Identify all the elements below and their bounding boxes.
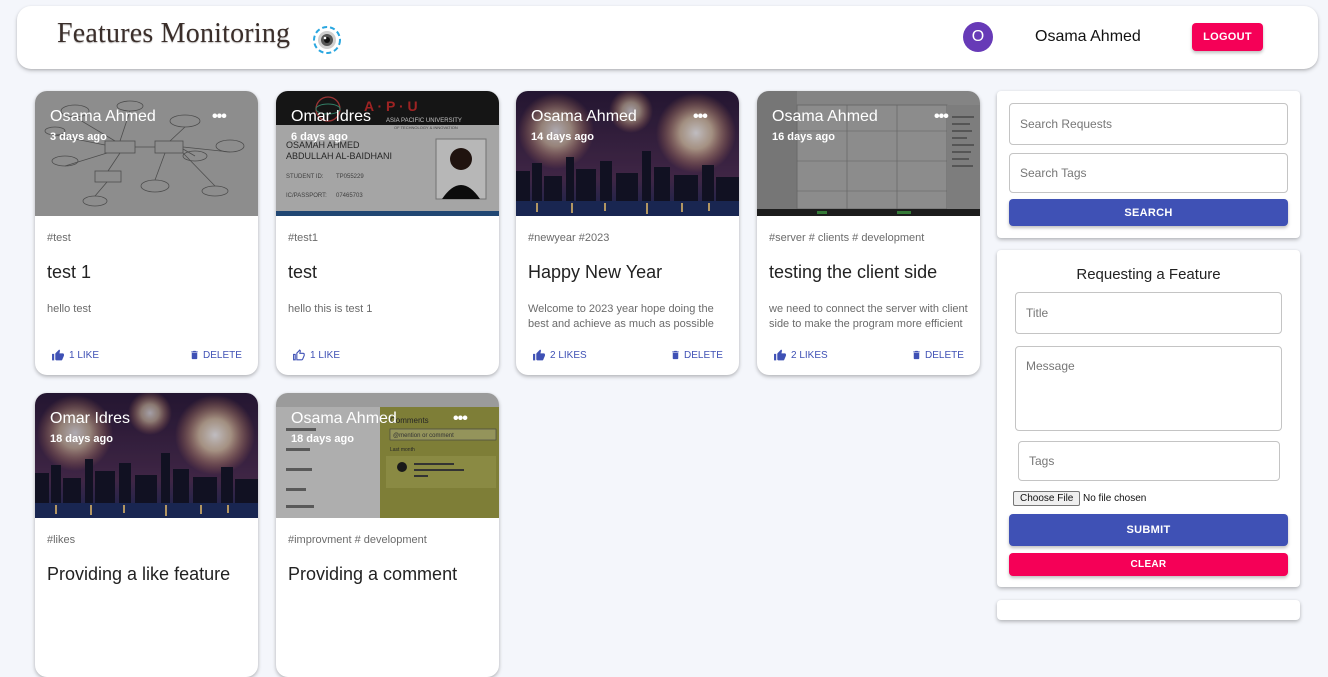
like-button[interactable]: 2 LIKES <box>532 349 587 362</box>
post-message: hello this is test 1 <box>288 303 373 315</box>
post-title: Happy New Year <box>528 262 663 282</box>
like-count: 2 LIKES <box>550 350 587 361</box>
eye-logo-icon <box>313 26 341 54</box>
search-button[interactable]: SEARCH <box>1009 199 1288 226</box>
delete-label: DELETE <box>925 349 964 361</box>
submit-button[interactable]: SUBMIT <box>1009 514 1288 546</box>
post-title: test <box>288 262 318 282</box>
post-tags: #likes <box>47 534 76 546</box>
delete-label: DELETE <box>684 349 723 361</box>
additional-panel <box>997 600 1300 620</box>
feature-request-form: Requesting a Feature Choose File No file… <box>997 250 1300 587</box>
avatar[interactable]: O <box>963 22 993 52</box>
post-message: Welcome to 2023 year hope doing the best… <box>528 303 714 330</box>
like-button[interactable]: 2 LIKES <box>773 349 828 362</box>
post-tags: #improvment # development <box>288 534 427 546</box>
title-input[interactable] <box>1015 292 1282 334</box>
like-button[interactable]: 1 LIKE <box>51 349 99 362</box>
file-status: No file chosen <box>1083 493 1147 504</box>
thumb-up-icon <box>52 349 64 361</box>
message-textarea[interactable] <box>1015 346 1282 431</box>
search-requests-input[interactable] <box>1009 103 1288 145</box>
post-card: Osama Ahmed 16 days ago ••• #server # cl… <box>757 91 980 375</box>
app-title: Features Monitoring <box>57 18 291 49</box>
post-tags: #test1 <box>288 232 318 244</box>
search-tags-input[interactable] <box>1009 153 1288 193</box>
delete-button[interactable]: DELETE <box>670 349 723 361</box>
post-card: Comments @mention or comment Last month … <box>276 393 499 677</box>
trash-icon <box>913 350 920 360</box>
post-message: hello test <box>47 303 92 315</box>
post-author: Osama Ahmed <box>531 108 637 125</box>
like-count: 1 LIKE <box>69 350 100 361</box>
post-card: A · P · U ASIA PACIFIC UNIVERSITY OF TEC… <box>276 91 499 375</box>
more-options-icon[interactable]: ••• <box>453 411 468 427</box>
thumb-up-outline-icon <box>293 349 305 361</box>
post-card: Omar Idres 18 days ago #likes Providing … <box>35 393 258 677</box>
post-time: 18 days ago <box>50 433 113 445</box>
post-author: Omar Idres <box>291 108 372 125</box>
more-options-icon[interactable]: ••• <box>693 109 708 125</box>
post-message: we need to connect the server with clien… <box>769 303 968 330</box>
search-panel: SEARCH <box>997 91 1300 238</box>
post-time: 6 days ago <box>291 131 348 143</box>
more-options-icon[interactable]: ••• <box>212 109 227 125</box>
post-title: testing the client side <box>769 262 938 282</box>
form-title: Requesting a Feature <box>1076 266 1221 283</box>
post-author: Osama Ahmed <box>772 108 878 125</box>
post-time: 3 days ago <box>50 131 107 143</box>
username: Osama Ahmed <box>1035 28 1141 45</box>
post-tags: #newyear #2023 <box>528 232 610 244</box>
post-tags: #server # clients # development <box>769 232 925 244</box>
trash-icon <box>672 350 679 360</box>
post-time: 18 days ago <box>291 433 354 445</box>
like-count: 2 LIKES <box>791 350 828 361</box>
clear-button[interactable]: CLEAR <box>1009 553 1288 576</box>
logout-button[interactable]: LOGOUT <box>1192 23 1263 51</box>
more-options-icon[interactable]: ••• <box>934 109 949 125</box>
post-author: Omar Idres <box>50 410 131 427</box>
post-time: 16 days ago <box>772 131 835 143</box>
choose-file-button[interactable]: Choose File <box>1013 491 1081 506</box>
trash-icon <box>191 350 198 360</box>
thumb-up-icon <box>774 349 786 361</box>
post-tags: #test <box>47 232 71 244</box>
tags-input[interactable] <box>1018 441 1280 481</box>
post-title: test 1 <box>47 262 92 282</box>
delete-button[interactable]: DELETE <box>911 349 964 361</box>
post-author: Osama Ahmed <box>50 108 156 125</box>
post-time: 14 days ago <box>531 131 594 143</box>
like-button[interactable]: 1 LIKE <box>292 349 340 362</box>
post-card: Osama Ahmed 3 days ago ••• #test test 1 … <box>35 91 258 375</box>
thumb-up-icon <box>533 349 545 361</box>
post-title: Providing a like feature <box>47 564 231 584</box>
delete-label: DELETE <box>203 349 242 361</box>
post-title: Providing a comment <box>288 564 458 584</box>
app-bar: Features Monitoring O Osama Ahmed LOGOUT <box>17 6 1318 69</box>
delete-button[interactable]: DELETE <box>189 349 242 361</box>
post-author: Osama Ahmed <box>291 410 397 427</box>
post-card: Osama Ahmed 14 days ago ••• #newyear #20… <box>516 91 739 375</box>
like-count: 1 LIKE <box>310 350 341 361</box>
